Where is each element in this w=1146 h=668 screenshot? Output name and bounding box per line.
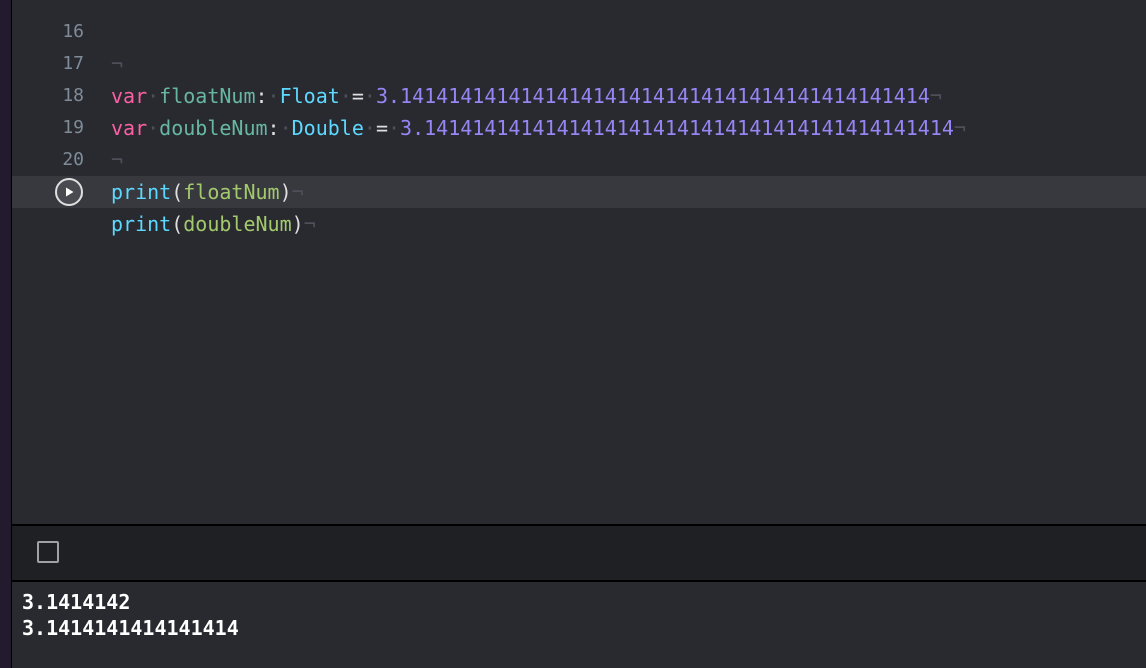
console-line: 3.1414142 (22, 590, 131, 614)
debug-toolbar (12, 526, 1146, 580)
close-paren: ) (291, 212, 304, 236)
argument: floatNum (183, 180, 280, 204)
function-name: print (111, 212, 172, 236)
open-paren: ( (171, 180, 184, 204)
newline-marker: ¬ (291, 180, 304, 204)
left-window-edge (0, 0, 12, 668)
code-text: print(doubleNum)¬ (111, 208, 316, 240)
code-line-21[interactable]: 21 print(doubleNum)¬ (12, 144, 1146, 236)
code-line-18[interactable]: 18 var·doubleNum:·Double·=·3.14141414141… (12, 48, 1146, 140)
code-editor[interactable]: 16 ¬ 17 var·floatNum:·Float·=·3.14141414… (12, 0, 1146, 524)
code-line-20[interactable]: 20 print(floatNum)¬ (12, 112, 1146, 204)
console-line: 3.1414141414141414 (22, 616, 239, 640)
console-output-area[interactable]: 3.1414142 3.1414141414141414 (12, 582, 1146, 668)
play-icon (66, 187, 74, 197)
run-button[interactable] (55, 178, 83, 206)
newline-marker: ¬ (303, 212, 316, 236)
code-text: print(floatNum)¬ (111, 176, 304, 208)
open-paren: ( (171, 212, 184, 236)
function-name: print (111, 180, 172, 204)
close-paren: ) (279, 180, 292, 204)
code-line-17[interactable]: 17 var·floatNum:·Float·=·3.1414141414141… (12, 16, 1146, 108)
code-line-19[interactable]: 19 ¬ (12, 80, 1146, 172)
code-line-16[interactable]: 16 ¬ (12, 0, 1146, 76)
console-toggle-icon[interactable] (37, 541, 59, 563)
argument: doubleNum (183, 212, 292, 236)
